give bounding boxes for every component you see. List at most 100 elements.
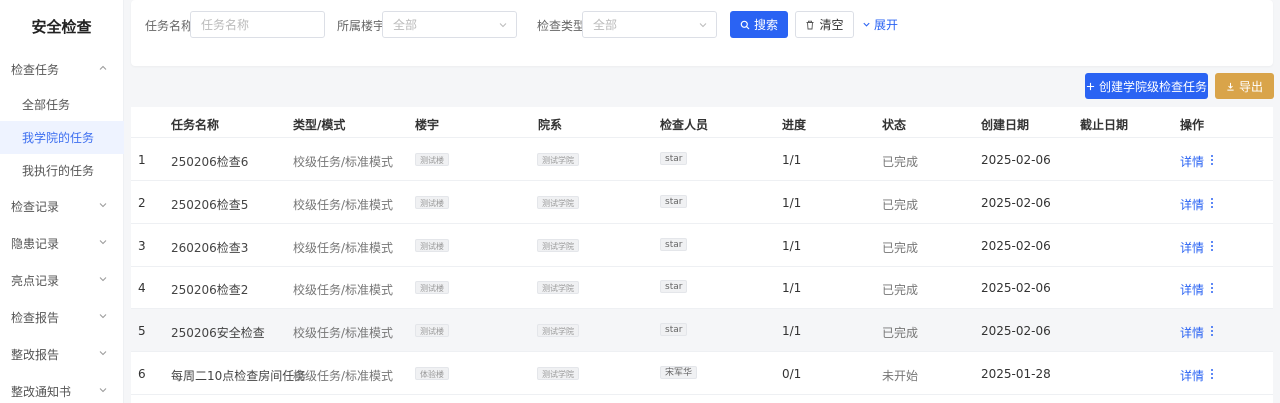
created-date: 2025-02-06 [981,153,1051,167]
sidebar-item-my-college-tasks[interactable]: 我学院的任务 [0,121,124,154]
more-vertical-icon[interactable] [1209,196,1215,210]
created-date: 2025-02-06 [981,196,1051,210]
column-header: 状态 [882,118,907,132]
menu-group-label: 隐患记录 [11,237,60,251]
task-name: 250206检查5 [171,198,249,212]
chevron-down-icon [499,23,507,28]
chevron-up-icon [99,65,107,70]
clear-button[interactable]: 清空 [795,11,854,38]
row-index: 6 [138,367,146,381]
trash-icon [806,20,814,29]
menu-group-rectification-notices[interactable]: 整改通知书 [0,373,124,403]
check-type-label: 检查类型 [537,19,586,33]
table-row[interactable]: 1 250206检查6 校级任务/标准模式 测试楼 测试学院 star 1/1 已完成 2025… [131,138,1273,181]
column-header: 操作 [1180,118,1205,132]
expand-toggle[interactable]: 展开 [862,11,898,38]
status: 未开始 [882,369,919,383]
building-tag: 测试楼 [415,324,449,337]
search-icon [740,20,750,29]
menu-group-label: 整改报告 [11,348,60,362]
expand-toggle-label: 展开 [874,18,899,32]
created-date: 2025-02-06 [981,239,1051,253]
table-row[interactable]: 2 250206检查5 校级任务/标准模式 测试楼 测试学院 star 1/1 已完成 2025… [131,181,1273,224]
menu-group-label: 检查任务 [11,63,60,77]
menu-group-highlight-records[interactable]: 亮点记录 [0,262,124,299]
sidebar-item-all-tasks[interactable]: 全部任务 [0,88,124,121]
row-index: 3 [138,239,146,253]
details-link[interactable]: 详情 [1180,239,1204,256]
inspector-tag: star [660,238,688,251]
task-name-input[interactable]: 任务名称 [190,11,325,38]
building-tag: 测试楼 [415,196,449,209]
check-type-select[interactable]: 全部 [582,11,717,38]
table-row[interactable]: 5 250206安全检查 校级任务/标准模式 测试楼 测试学院 star 1/1 已完成 202… [131,309,1273,352]
column-header: 院系 [538,118,563,132]
sidebar-item-my-executed-tasks[interactable]: 我执行的任务 [0,154,124,187]
task-name: 250206检查6 [171,155,249,169]
menu-group-label: 整改通知书 [11,385,72,399]
task-type: 校级任务/标准模式 [293,283,394,297]
building-select[interactable]: 全部 [382,11,517,38]
department-tag: 测试学院 [537,281,579,294]
table-header: 任务名称 类型/模式 楼宇 院系 检查人员 进度 状态 创建日期 截止日期 操作 [131,107,1273,138]
clear-button-label: 清空 [819,18,844,32]
column-header: 创建日期 [981,118,1030,132]
progress: 1/1 [782,196,802,210]
inspector-tag: 宋军华 [660,366,698,379]
search-button[interactable]: 搜索 [730,11,788,38]
task-name: 每周二10点检查房间任务 [171,369,307,383]
status: 已完成 [882,241,919,255]
more-vertical-icon[interactable] [1209,239,1215,253]
menu-group-label: 检查记录 [11,200,60,214]
menu-group-label: 亮点记录 [11,274,60,288]
progress: 1/1 [782,281,802,295]
building-select-value: 全部 [393,18,418,32]
building-tag: 测试楼 [415,239,449,252]
table-row[interactable]: 3 260206检查3 校级任务/标准模式 测试楼 测试学院 star 1/1 已完成 2025… [131,224,1273,267]
menu-group-inspection-reports[interactable]: 检查报告 [0,299,124,336]
menu-group-inspection-records[interactable]: 检查记录 [0,188,124,225]
create-college-task-button[interactable]: 创建学院级检查任务 [1085,73,1208,99]
sidebar-item-label: 全部任务 [22,98,71,112]
column-header: 检查人员 [660,118,709,132]
department-tag: 测试学院 [537,196,579,209]
inspector-tag: star [660,323,688,336]
table-row[interactable]: 6 每周二10点检查房间任务 校级任务/标准模式 体验楼 测试学院 宋军华 0/1 未开始 20… [131,352,1273,395]
row-index: 4 [138,281,146,295]
task-name-placeholder: 任务名称 [201,18,250,32]
menu-group-inspection-tasks[interactable]: 检查任务 [0,51,124,88]
building-tag: 体验楼 [415,367,449,380]
details-link[interactable]: 详情 [1180,196,1204,213]
row-index: 5 [138,324,146,338]
column-header: 截止日期 [1080,118,1129,132]
department-tag: 测试学院 [537,367,579,380]
sidebar-item-label: 我执行的任务 [22,164,95,178]
menu-group-hazard-records[interactable]: 隐患记录 [0,225,124,262]
chevron-down-icon [99,388,107,393]
created-date: 2025-01-28 [981,367,1051,381]
task-name-label: 任务名称 [145,19,194,33]
details-link[interactable]: 详情 [1180,324,1204,341]
table-row[interactable]: 4 250206检查2 校级任务/标准模式 测试楼 测试学院 star 1/1 已完成 2025… [131,266,1273,309]
details-link[interactable]: 详情 [1180,367,1204,384]
menu-group-rectification-reports[interactable]: 整改报告 [0,336,124,373]
export-button[interactable]: 导出 [1215,73,1274,99]
row-index: 1 [138,153,146,167]
menu-group-label: 检查报告 [11,311,60,325]
details-link[interactable]: 详情 [1180,281,1204,298]
task-type: 校级任务/标准模式 [293,155,394,169]
building-tag: 测试楼 [415,281,449,294]
progress: 0/1 [782,367,802,381]
status: 已完成 [882,198,919,212]
more-vertical-icon[interactable] [1209,281,1215,295]
column-header: 进度 [782,118,807,132]
more-vertical-icon[interactable] [1209,153,1215,167]
more-vertical-icon[interactable] [1209,367,1215,381]
filter-panel: 任务名称 任务名称 所属楼宇 全部 检查类型 全部 搜索 清空 展开 [131,0,1273,66]
details-link[interactable]: 详情 [1180,153,1204,170]
more-vertical-icon[interactable] [1209,324,1215,338]
inspector-tag: star [660,152,688,165]
sidebar: 安全检查 检查任务 全部任务 我学院的任务 我执行的任务 检查记录 隐患记录 亮… [0,0,124,403]
department-tag: 测试学院 [537,239,579,252]
chevron-down-icon [99,314,107,319]
